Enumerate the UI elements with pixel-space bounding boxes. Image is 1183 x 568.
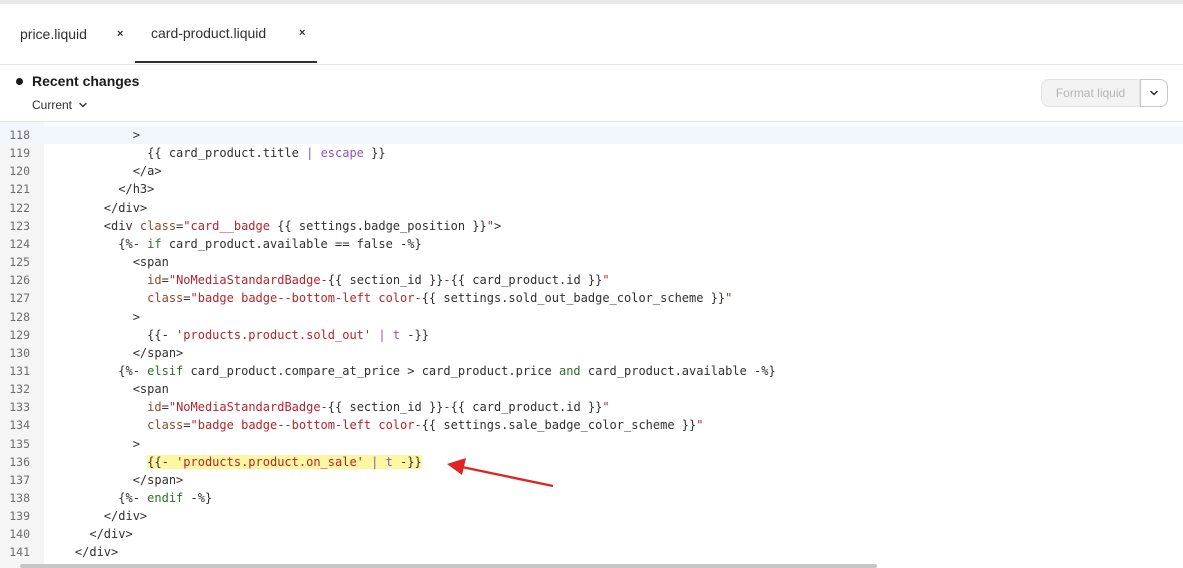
version-selector[interactable]: Current (32, 98, 88, 112)
close-icon[interactable]: × (299, 27, 305, 39)
tab-card-product-liquid[interactable]: card-product.liquid × (135, 4, 317, 63)
version-label: Current (32, 98, 73, 112)
horizontal-scrollbar[interactable] (20, 564, 877, 568)
tab-label: card-product.liquid (151, 24, 267, 41)
chevron-down-icon (1150, 90, 1158, 96)
format-liquid-button[interactable]: Format liquid (1041, 79, 1140, 107)
code-editor[interactable]: 118 >119 {{ card_product.title | escape … (0, 122, 1183, 568)
red-arrow-annotation-icon (447, 458, 554, 488)
tab-label: price.liquid (20, 25, 87, 42)
unsaved-dot-icon (16, 78, 23, 85)
chevron-down-icon (79, 102, 87, 108)
recent-changes-header: Recent changes Current Format liquid (0, 65, 1183, 122)
recent-changes-title: Recent changes (32, 73, 140, 89)
editor-tab-bar: price.liquid × card-product.liquid × (0, 4, 1183, 65)
tab-price-liquid[interactable]: price.liquid × (0, 4, 135, 63)
close-icon[interactable]: × (117, 28, 123, 40)
format-options-button[interactable] (1140, 79, 1168, 107)
